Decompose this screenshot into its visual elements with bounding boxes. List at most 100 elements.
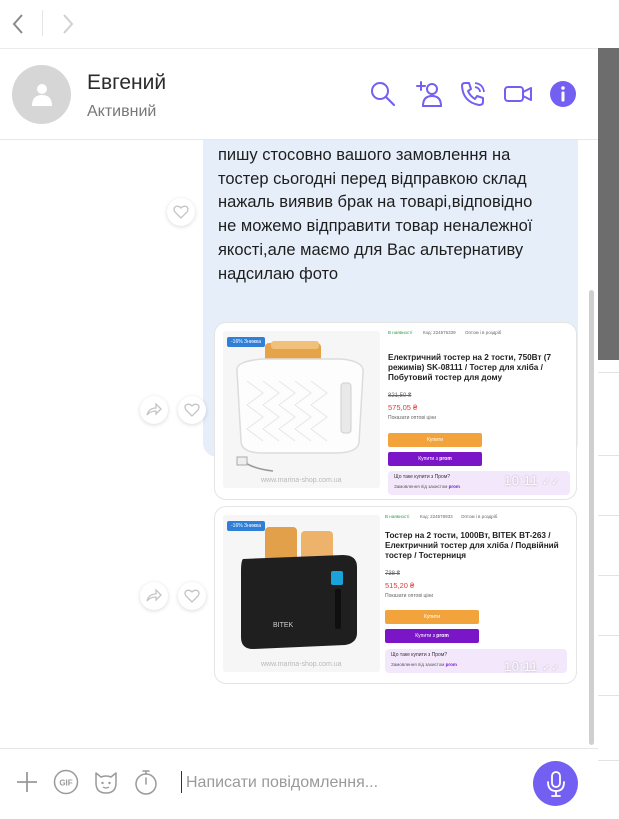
double-check-icon: ✓✓ — [542, 663, 560, 674]
toaster-image — [223, 331, 380, 488]
buy-button: Купити — [388, 433, 482, 447]
toaster-image: BITEK — [223, 515, 380, 672]
watermark: www.marina-shop.com.ua — [261, 477, 342, 484]
search-icon — [371, 82, 396, 107]
text-caret — [181, 771, 182, 793]
sticker-button[interactable] — [93, 769, 119, 795]
wholesale-prices-link: Показати оптові ціни — [388, 415, 437, 421]
product-photo: -16% Знижка www.marina-shop.com.ua — [223, 331, 380, 488]
top-navigation — [0, 0, 598, 49]
forward-message-button[interactable] — [140, 396, 168, 424]
wholesale-label: Оптом і в роздріб — [465, 330, 502, 335]
message-text: пишу стосовно вашого замовлення на тосте… — [218, 146, 533, 283]
contact-status: Активний — [87, 103, 157, 120]
message-list[interactable]: пишу стосовно вашого замовлення на тосте… — [0, 140, 598, 748]
divider — [598, 635, 619, 636]
buy-prom-button: Купити з prom — [385, 629, 479, 643]
divider — [598, 695, 619, 696]
plus-icon — [17, 772, 37, 792]
product-image-message[interactable]: -16% Знижка www.marina-shop.com.ua В ная… — [214, 322, 577, 500]
gif-button[interactable]: GIF — [53, 769, 79, 795]
timer-button[interactable] — [133, 769, 159, 795]
double-check-icon: ✓✓ — [542, 477, 560, 488]
time-label: 10:11 — [504, 473, 539, 488]
availability: В наявності — [388, 330, 413, 335]
info-icon — [550, 81, 576, 107]
old-price: 738 ₴ — [385, 571, 401, 577]
side-panel-image — [598, 48, 619, 360]
prom-question: Що таке купити з Пром? — [394, 474, 451, 480]
side-panel-edge — [598, 0, 619, 818]
chat-header: Евгений Активний — [0, 49, 598, 140]
voice-message-button[interactable] — [533, 761, 578, 806]
heart-icon — [173, 205, 189, 219]
call-icon — [461, 82, 485, 106]
message-input[interactable] — [186, 771, 506, 795]
heart-icon — [184, 589, 200, 603]
discount-badge: -16% Знижка — [227, 521, 266, 531]
prom-logo: prom — [445, 662, 457, 667]
wholesale-label: Оптом і в роздріб — [461, 514, 498, 519]
product-title: Електричний тостер на 2 тости, 750Вт (7 … — [388, 353, 552, 382]
gif-icon: GIF — [53, 769, 79, 795]
video-call-button[interactable] — [503, 79, 533, 109]
avatar[interactable] — [12, 65, 71, 124]
time-label: 10:11 — [504, 659, 539, 674]
protection-note: Замовлення під захистом prom — [394, 484, 460, 489]
product-title: Тостер на 2 тости, 1000Вт, BITEK BT-263 … — [385, 531, 559, 560]
divider — [598, 372, 619, 373]
buy-prom-label: Купити з — [418, 456, 438, 462]
message-composer: GIF — [0, 748, 598, 819]
availability: В наявності — [385, 514, 410, 519]
product-image-message[interactable]: BITEK -16% Знижка www.marina-shop.com.ua… — [214, 506, 577, 684]
current-price: 515,20 ₴ — [385, 581, 415, 590]
call-button[interactable] — [458, 79, 488, 109]
protection-label: Замовлення під захистом — [391, 662, 445, 667]
attach-button[interactable] — [14, 769, 40, 795]
forward-message-button[interactable] — [140, 582, 168, 610]
buy-label: Купити — [424, 614, 440, 620]
sticker-icon — [95, 772, 117, 794]
buy-prom-button: Купити з prom — [388, 452, 482, 466]
timer-icon — [135, 770, 157, 795]
chat-scrollbar[interactable] — [589, 290, 594, 745]
info-button[interactable] — [548, 79, 578, 109]
prom-logo: prom — [439, 456, 452, 462]
add-participant-button[interactable] — [414, 79, 444, 109]
chevron-left-icon — [12, 14, 23, 34]
message-time: 10:11 ✓✓ — [504, 659, 560, 674]
back-button[interactable] — [6, 10, 30, 38]
forward-button[interactable] — [56, 10, 80, 38]
product-code: Код: 224576339 — [423, 330, 456, 335]
product-code: Код: 224576933 — [420, 514, 453, 519]
like-button[interactable] — [178, 582, 206, 610]
divider — [598, 760, 619, 761]
video-call-icon — [504, 86, 532, 102]
brand-label: BITEK — [273, 622, 294, 629]
message-time: 10:11 ✓✓ — [504, 473, 560, 488]
buy-prom-label: Купити з — [415, 633, 435, 639]
contact-name: Евгений — [87, 71, 167, 94]
old-price: 821,50 ₴ — [388, 393, 412, 399]
share-icon — [146, 589, 162, 602]
heart-icon — [184, 403, 200, 417]
product-photo: BITEK -16% Знижка www.marina-shop.com.ua — [223, 515, 380, 672]
prom-question: Що таке купити з Пром? — [391, 652, 448, 658]
search-button[interactable] — [368, 79, 398, 109]
nav-separator — [42, 10, 43, 36]
discount-badge: -16% Знижка — [227, 337, 266, 347]
gif-label: GIF — [59, 779, 72, 788]
add-participant-icon — [416, 81, 443, 107]
wholesale-prices-link: Показати оптові ціни — [385, 593, 434, 599]
watermark: www.marina-shop.com.ua — [261, 661, 342, 668]
buy-label: Купити — [427, 437, 443, 443]
prom-logo: prom — [436, 633, 449, 639]
like-button[interactable] — [167, 198, 195, 226]
microphone-icon — [546, 770, 565, 797]
divider — [598, 515, 619, 516]
buy-button: Купити — [385, 610, 479, 624]
prom-logo: prom — [448, 484, 460, 489]
like-button[interactable] — [178, 396, 206, 424]
current-price: 575,05 ₴ — [388, 403, 418, 412]
protection-label: Замовлення під захистом — [394, 484, 448, 489]
